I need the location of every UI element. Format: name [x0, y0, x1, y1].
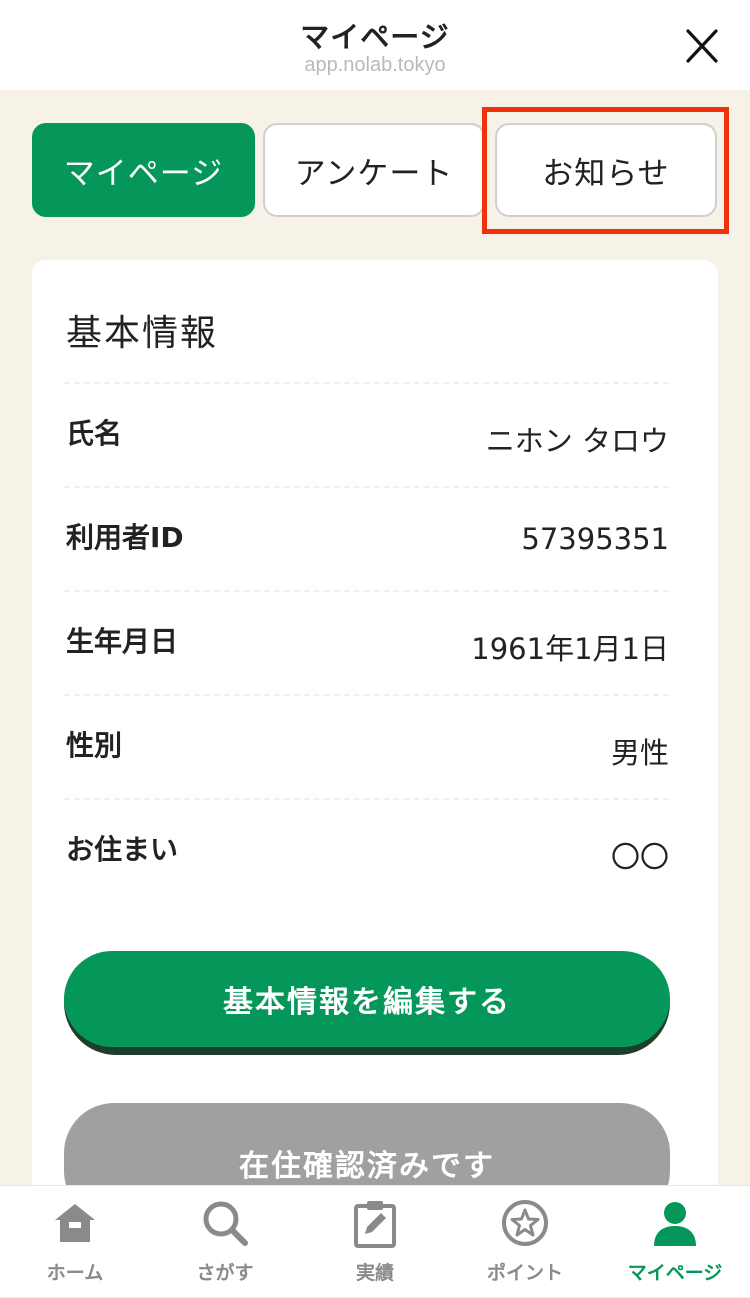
- search-icon: [200, 1198, 250, 1248]
- page-title: マイページ: [300, 20, 450, 54]
- nav-item-home[interactable]: ホーム: [0, 1186, 150, 1298]
- row-label: お住まい: [66, 833, 179, 866]
- bottom-nav: ホーム さがす 実績 ポイント マイページ: [0, 1185, 750, 1297]
- row-value: 1961年1月1日: [471, 632, 669, 666]
- nav-item-search[interactable]: さがす: [150, 1186, 300, 1298]
- clipboard-edit-icon: [350, 1198, 400, 1248]
- row-value: 〇〇: [610, 840, 669, 874]
- nav-label: 実績: [355, 1262, 394, 1284]
- close-button[interactable]: [680, 27, 724, 67]
- row-value: 男性: [610, 736, 669, 770]
- row-label: 利用者ID: [66, 521, 184, 554]
- row-value: ニホン タロウ: [485, 424, 669, 458]
- info-row-residence: お住まい 〇〇: [64, 798, 669, 902]
- section-title: 基本情報: [66, 313, 219, 354]
- nav-label: マイページ: [627, 1262, 723, 1284]
- app-header: マイページ app.nolab.tokyo: [0, 0, 750, 90]
- user-icon: [650, 1198, 700, 1248]
- edit-button-label: 基本情報を編集する: [64, 951, 670, 1047]
- nav-item-mypage[interactable]: マイページ: [600, 1186, 750, 1298]
- row-value: 57395351: [521, 522, 669, 556]
- edit-basic-info-button[interactable]: 基本情報を編集する: [64, 951, 670, 1055]
- nav-label: さがす: [196, 1262, 254, 1284]
- info-row-birthdate: 生年月日 1961年1月1日: [64, 590, 669, 694]
- highlight-box: [482, 107, 729, 234]
- nav-label: ホーム: [46, 1262, 104, 1284]
- tab-survey[interactable]: アンケート: [263, 123, 485, 217]
- basic-info-card: 基本情報 氏名 ニホン タロウ 利用者ID 57395351 生年月日 1961…: [32, 260, 718, 1260]
- tab-mypage[interactable]: マイページ: [32, 123, 255, 217]
- star-circle-icon: [500, 1198, 550, 1248]
- close-icon: [686, 29, 718, 63]
- nav-item-points[interactable]: ポイント: [450, 1186, 600, 1298]
- nav-item-achievements[interactable]: 実績: [300, 1186, 450, 1298]
- info-row-user-id: 利用者ID 57395351: [64, 486, 669, 590]
- row-label: 氏名: [66, 417, 123, 450]
- home-icon: [50, 1198, 100, 1248]
- nav-label: ポイント: [486, 1262, 563, 1284]
- info-row-gender: 性別 男性: [64, 694, 669, 798]
- row-label: 生年月日: [66, 625, 179, 658]
- page-url: app.nolab.tokyo: [304, 54, 446, 76]
- row-label: 性別: [66, 729, 123, 762]
- info-row-name: 氏名 ニホン タロウ: [64, 382, 669, 486]
